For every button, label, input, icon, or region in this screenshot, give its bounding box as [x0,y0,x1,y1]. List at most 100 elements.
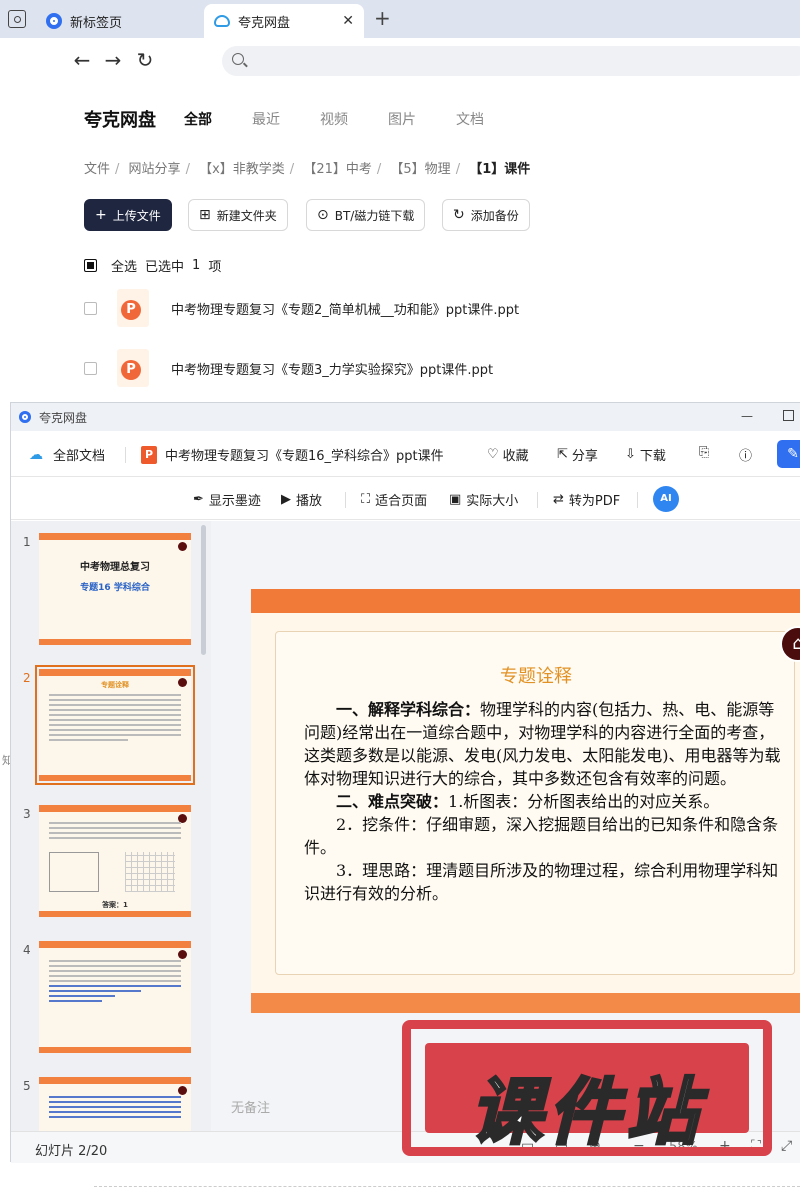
thumbnail-footer: 答案：1 [102,901,128,909]
add-backup-button[interactable]: ↻ 添加备份 [442,199,530,231]
file-name[interactable]: 中考物理专题复习《专题2_简单机械__功和能》ppt课件.ppt [171,299,519,318]
minimize-icon[interactable]: — [741,409,753,423]
breadcrumb-item[interactable]: 网站分享 [129,162,181,177]
slide-text-label: 二、难点突破： [336,792,449,811]
show-ink-button[interactable]: ✒ 显示墨迹 [193,490,261,509]
all-docs-button[interactable]: ☁ 全部文档 [29,445,105,465]
feedback-icon[interactable]: ⓘ [739,445,752,464]
tab-document[interactable]: 文档 [456,109,484,129]
forward-arrow-icon[interactable]: → [101,48,125,72]
tab-quark-disk[interactable]: 夸克网盘 ✕ [204,4,364,38]
selected-label: 已选中 [145,260,185,275]
file-row[interactable]: P 中考物理专题复习《专题2_简单机械__功和能》ppt课件.ppt [84,288,800,328]
tab-recent[interactable]: 最近 [252,109,280,129]
select-all-checkbox[interactable] [84,259,97,272]
new-folder-button[interactable]: ⊞ 新建文件夹 [188,199,288,231]
thumbnail-slide-4[interactable] [39,941,191,1053]
thumbnail-title: 中考物理总复习 [80,562,150,573]
convert-icon: ⇄ [553,492,564,507]
viewer-header: ☁ 全部文档 P 中考物理专题复习《专题16_学科综合》ppt课件 ♡ 收藏 ⇱… [11,431,800,477]
home-icon [178,950,187,959]
tab-new-tab[interactable]: 新标签页 [36,4,202,38]
breadcrumb-item[interactable]: 文件 [84,162,110,177]
close-tab-icon[interactable]: ✕ [342,13,354,29]
address-bar[interactable] [222,46,800,76]
breadcrumb-item[interactable]: 【x】非教学类 [199,162,285,177]
new-folder-label: 新建文件夹 [216,208,277,223]
slide-heading: 专题诠释 [500,666,572,687]
thumbnail-title: 专题诠释 [101,681,129,689]
share-label: 分享 [571,449,598,464]
slide-text: 2．挖条件：仔细审题，深入挖掘题目给出的已知条件和隐含条件。 [304,815,779,857]
select-all-label[interactable]: 全选 [111,256,137,275]
current-slide: ⌂ 专题诠释 一、解释学科综合：物理学科的内容(包括力、热、电、能源等问题)经常… [251,589,800,1013]
browser-favicon-icon [46,13,62,29]
viewer-window-title: 夸克网盘 [39,410,88,425]
breadcrumb: 文件 / 网站分享 / 【x】非教学类 / 【21】中考 / 【5】物理 / 【1】课件 [84,162,531,177]
thumbnail-slide-1[interactable]: 中考物理总复习 专题16 学科综合 [39,533,191,645]
favorite-label: 收藏 [502,449,529,464]
file-row[interactable]: P 中考物理专题复习《专题3_力学实验探究》ppt课件.ppt [84,348,800,388]
maximize-icon[interactable] [783,410,794,421]
thumbnail-slide-3[interactable]: 答案：1 [39,805,191,917]
upload-label: 上传文件 [112,208,161,223]
thumbnail-panel: 1 中考物理总复习 专题16 学科综合 2 专题诠释 3 答案：1 4 5 [11,521,211,1131]
slide-content-frame: ⌂ 专题诠释 一、解释学科综合：物理学科的内容(包括力、热、电、能源等问题)经常… [275,626,800,975]
fit-page-button[interactable]: ⛶ 适合页面 [361,490,427,509]
edit-pen-icon[interactable]: ✎ [777,440,800,468]
breadcrumb-item[interactable]: 【5】物理 [390,162,450,177]
tab-video[interactable]: 视频 [320,109,348,129]
new-tab-icon[interactable]: + [374,6,391,30]
notes-placeholder[interactable]: 无备注 [231,1097,270,1116]
tab-label: 夸克网盘 [238,15,291,31]
breadcrumb-item[interactable]: 【21】中考 [303,162,372,177]
thumbnail-subtitle: 专题16 学科综合 [80,583,150,593]
bt-label: BT/磁力链下载 [334,208,415,223]
reload-icon[interactable]: ↻ [133,48,157,72]
disk-logo: 夸克网盘 [84,110,156,131]
ppt-file-icon: P [117,289,149,327]
download-button[interactable]: ⇩ 下载 [625,445,666,464]
thumbnail-slide-2[interactable]: 专题诠释 [35,665,195,785]
back-arrow-icon[interactable]: ← [70,48,94,72]
tab-image[interactable]: 图片 [388,109,416,129]
fit-page-icon: ⛶ [361,492,371,507]
file-checkbox[interactable] [84,301,97,315]
actual-size-icon: ▣ [449,492,462,507]
slide-body: 一、解释学科综合：物理学科的内容(包括力、热、电、能源等问题)经常出在一道综合题… [304,698,786,905]
thumbnail-number: 4 [23,943,31,957]
tab-search-icon[interactable] [8,10,26,28]
file-name[interactable]: 中考物理专题复习《专题3_力学实验探究》ppt课件.ppt [171,359,493,378]
actual-size-button[interactable]: ▣ 实际大小 [449,490,518,509]
favorite-button[interactable]: ♡ 收藏 [487,445,529,464]
doc-title-text: 中考物理专题复习《专题16_学科综合》ppt课件 [165,449,444,464]
app-logo-icon [19,411,31,423]
tab-all[interactable]: 全部 [184,109,212,129]
file-checkbox[interactable] [84,361,97,375]
ppt-icon: P [141,445,157,464]
play-button[interactable]: ▶ 播放 [281,490,322,509]
viewer-title-bar: 夸克网盘 — [11,403,800,431]
viewer-toolbar: ✒ 显示墨迹 ▶ 播放 ⛶ 适合页面 ▣ 实际大小 ⇄ 转为PDF AI [11,478,800,520]
download-icon: ⇩ [625,447,636,462]
fullscreen-icon[interactable]: ⤢ [781,1138,792,1154]
selection-row: 全选 已选中 1 项 [84,256,221,275]
thumbnail-scrollbar[interactable] [201,525,206,655]
selected-unit: 项 [208,260,222,275]
play-icon: ▶ [281,492,291,507]
upload-button[interactable]: + 上传文件 [84,199,172,231]
actual-size-label: 实际大小 [466,494,519,509]
thumbnail-slide-5[interactable] [39,1077,191,1131]
share-button[interactable]: ⇱ 分享 [557,445,598,464]
ai-assistant-icon[interactable]: AI [653,486,679,512]
share-icon: ⇱ [557,447,568,462]
bt-download-button[interactable]: ⊙ BT/磁力链下载 [306,199,426,231]
sync-icon: ↻ [453,207,465,223]
to-pdf-button[interactable]: ⇄ 转为PDF [553,490,620,509]
home-icon[interactable]: ⌂ [780,626,800,662]
slide-text: 3．理思路：理清题目所涉及的物理过程，综合利用物理学科知识进行有效的分析。 [304,861,779,903]
save-to-disk-icon[interactable]: ⎘ [699,445,709,460]
thumbnail-number: 1 [23,535,31,549]
show-ink-label: 显示墨迹 [208,494,261,509]
cloud-icon: ☁ [29,446,43,463]
